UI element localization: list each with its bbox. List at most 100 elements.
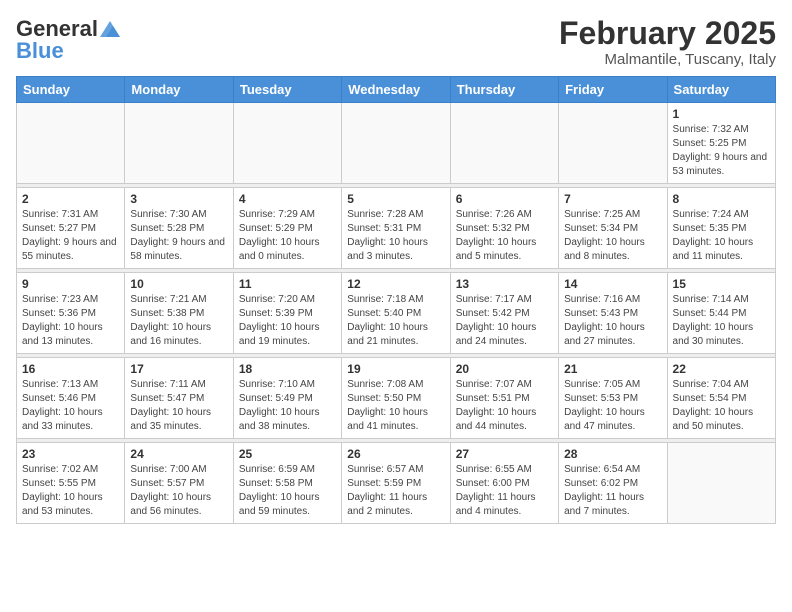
calendar-cell: 16 Sunrise: 7:13 AM Sunset: 5:46 PM Dayli…	[17, 358, 125, 439]
day-number: 26	[347, 447, 444, 461]
calendar-cell: 15 Sunrise: 7:14 AM Sunset: 5:44 PM Dayli…	[667, 273, 775, 354]
day-info: Sunrise: 7:10 AM Sunset: 5:49 PM Dayligh…	[239, 378, 336, 434]
calendar-cell: 26 Sunrise: 6:57 AM Sunset: 5:59 PM Dayli…	[342, 443, 450, 524]
calendar-cell: 12 Sunrise: 7:18 AM Sunset: 5:40 PM Dayli…	[342, 273, 450, 354]
calendar-cell: 25 Sunrise: 6:59 AM Sunset: 5:58 PM Dayli…	[233, 443, 341, 524]
day-number: 28	[564, 447, 661, 461]
calendar-cell: 2Sunrise: 7:31 AM Sunset: 5:27 PM Daylig…	[17, 188, 125, 269]
day-number: 16	[22, 362, 119, 376]
day-number: 22	[673, 362, 770, 376]
day-info: Sunrise: 7:20 AM Sunset: 5:39 PM Dayligh…	[239, 293, 336, 349]
calendar-week-5: 23 Sunrise: 7:02 AM Sunset: 5:55 PM Dayli…	[17, 443, 776, 524]
calendar-cell: 4 Sunrise: 7:29 AM Sunset: 5:29 PM Daylig…	[233, 188, 341, 269]
calendar-cell: 3Sunrise: 7:30 AM Sunset: 5:28 PM Daylig…	[125, 188, 233, 269]
calendar-cell	[17, 103, 125, 184]
day-info: Sunrise: 7:02 AM Sunset: 5:55 PM Dayligh…	[22, 463, 119, 519]
day-info: Sunrise: 7:14 AM Sunset: 5:44 PM Dayligh…	[673, 293, 770, 349]
weekday-header-sunday: Sunday	[17, 77, 125, 103]
day-info: Sunrise: 6:55 AM Sunset: 6:00 PM Dayligh…	[456, 463, 553, 519]
day-number: 21	[564, 362, 661, 376]
calendar-cell: 17Sunrise: 7:11 AM Sunset: 5:47 PM Dayli…	[125, 358, 233, 439]
day-info: Sunrise: 7:26 AM Sunset: 5:32 PM Dayligh…	[456, 208, 553, 264]
day-info: Sunrise: 7:29 AM Sunset: 5:29 PM Dayligh…	[239, 208, 336, 264]
calendar-cell: 5 Sunrise: 7:28 AM Sunset: 5:31 PM Daylig…	[342, 188, 450, 269]
day-info: Sunrise: 7:28 AM Sunset: 5:31 PM Dayligh…	[347, 208, 444, 264]
day-number: 9	[22, 277, 119, 291]
logo-blue: Blue	[16, 38, 64, 64]
weekday-header-wednesday: Wednesday	[342, 77, 450, 103]
calendar-cell: 1 Sunrise: 7:32 AM Sunset: 5:25 PM Daylig…	[667, 103, 775, 184]
day-number: 13	[456, 277, 553, 291]
day-info: Sunrise: 7:18 AM Sunset: 5:40 PM Dayligh…	[347, 293, 444, 349]
calendar-cell: 27 Sunrise: 6:55 AM Sunset: 6:00 PM Dayli…	[450, 443, 558, 524]
day-number: 20	[456, 362, 553, 376]
day-info: Sunrise: 6:59 AM Sunset: 5:58 PM Dayligh…	[239, 463, 336, 519]
day-number: 11	[239, 277, 336, 291]
calendar-cell	[233, 103, 341, 184]
day-info: Sunrise: 7:07 AM Sunset: 5:51 PM Dayligh…	[456, 378, 553, 434]
page-header: General Blue February 2025 Malmantile, T…	[16, 16, 776, 68]
location-subtitle: Malmantile, Tuscany, Italy	[559, 51, 776, 68]
day-number: 19	[347, 362, 444, 376]
day-number: 1	[673, 107, 770, 121]
weekday-header-friday: Friday	[559, 77, 667, 103]
day-number: 6	[456, 192, 553, 206]
weekday-header-saturday: Saturday	[667, 77, 775, 103]
logo-icon	[100, 21, 120, 37]
day-info: Sunrise: 6:54 AM Sunset: 6:02 PM Dayligh…	[564, 463, 661, 519]
day-info: Sunrise: 7:00 AM Sunset: 5:57 PM Dayligh…	[130, 463, 227, 519]
day-number: 7	[564, 192, 661, 206]
day-number: 24	[130, 447, 227, 461]
day-number: 5	[347, 192, 444, 206]
day-info: Sunrise: 7:31 AM Sunset: 5:27 PM Dayligh…	[22, 208, 119, 264]
calendar-cell	[125, 103, 233, 184]
calendar-cell: 21Sunrise: 7:05 AM Sunset: 5:53 PM Dayli…	[559, 358, 667, 439]
day-number: 14	[564, 277, 661, 291]
day-info: Sunrise: 6:57 AM Sunset: 5:59 PM Dayligh…	[347, 463, 444, 519]
calendar-cell: 23 Sunrise: 7:02 AM Sunset: 5:55 PM Dayli…	[17, 443, 125, 524]
day-number: 27	[456, 447, 553, 461]
calendar-week-2: 2Sunrise: 7:31 AM Sunset: 5:27 PM Daylig…	[17, 188, 776, 269]
day-info: Sunrise: 7:30 AM Sunset: 5:28 PM Dayligh…	[130, 208, 227, 264]
calendar-cell: 11 Sunrise: 7:20 AM Sunset: 5:39 PM Dayli…	[233, 273, 341, 354]
month-title: February 2025	[559, 16, 776, 51]
day-info: Sunrise: 7:21 AM Sunset: 5:38 PM Dayligh…	[130, 293, 227, 349]
weekday-header-monday: Monday	[125, 77, 233, 103]
calendar-cell	[342, 103, 450, 184]
weekday-header-tuesday: Tuesday	[233, 77, 341, 103]
calendar-cell: 7 Sunrise: 7:25 AM Sunset: 5:34 PM Daylig…	[559, 188, 667, 269]
day-info: Sunrise: 7:11 AM Sunset: 5:47 PM Dayligh…	[130, 378, 227, 434]
day-number: 12	[347, 277, 444, 291]
day-number: 10	[130, 277, 227, 291]
weekday-header-thursday: Thursday	[450, 77, 558, 103]
calendar-week-1: 1 Sunrise: 7:32 AM Sunset: 5:25 PM Daylig…	[17, 103, 776, 184]
day-info: Sunrise: 7:08 AM Sunset: 5:50 PM Dayligh…	[347, 378, 444, 434]
day-info: Sunrise: 7:32 AM Sunset: 5:25 PM Dayligh…	[673, 123, 770, 179]
day-number: 15	[673, 277, 770, 291]
day-number: 25	[239, 447, 336, 461]
calendar-cell	[450, 103, 558, 184]
day-info: Sunrise: 7:23 AM Sunset: 5:36 PM Dayligh…	[22, 293, 119, 349]
calendar-cell: 20 Sunrise: 7:07 AM Sunset: 5:51 PM Dayli…	[450, 358, 558, 439]
calendar-cell: 8Sunrise: 7:24 AM Sunset: 5:35 PM Daylig…	[667, 188, 775, 269]
calendar-cell	[667, 443, 775, 524]
title-block: February 2025 Malmantile, Tuscany, Italy	[559, 16, 776, 68]
calendar-cell: 24 Sunrise: 7:00 AM Sunset: 5:57 PM Dayli…	[125, 443, 233, 524]
day-info: Sunrise: 7:04 AM Sunset: 5:54 PM Dayligh…	[673, 378, 770, 434]
day-number: 4	[239, 192, 336, 206]
weekday-header-row: SundayMondayTuesdayWednesdayThursdayFrid…	[17, 77, 776, 103]
calendar-cell: 28 Sunrise: 6:54 AM Sunset: 6:02 PM Dayli…	[559, 443, 667, 524]
day-info: Sunrise: 7:16 AM Sunset: 5:43 PM Dayligh…	[564, 293, 661, 349]
calendar-cell: 22 Sunrise: 7:04 AM Sunset: 5:54 PM Dayli…	[667, 358, 775, 439]
calendar-cell	[559, 103, 667, 184]
day-number: 23	[22, 447, 119, 461]
day-info: Sunrise: 7:25 AM Sunset: 5:34 PM Dayligh…	[564, 208, 661, 264]
day-info: Sunrise: 7:13 AM Sunset: 5:46 PM Dayligh…	[22, 378, 119, 434]
calendar-cell: 9 Sunrise: 7:23 AM Sunset: 5:36 PM Daylig…	[17, 273, 125, 354]
logo: General Blue	[16, 16, 120, 64]
calendar-cell: 13Sunrise: 7:17 AM Sunset: 5:42 PM Dayli…	[450, 273, 558, 354]
calendar-cell: 14 Sunrise: 7:16 AM Sunset: 5:43 PM Dayli…	[559, 273, 667, 354]
calendar-week-4: 16 Sunrise: 7:13 AM Sunset: 5:46 PM Dayli…	[17, 358, 776, 439]
calendar-cell: 6 Sunrise: 7:26 AM Sunset: 5:32 PM Daylig…	[450, 188, 558, 269]
day-number: 8	[673, 192, 770, 206]
